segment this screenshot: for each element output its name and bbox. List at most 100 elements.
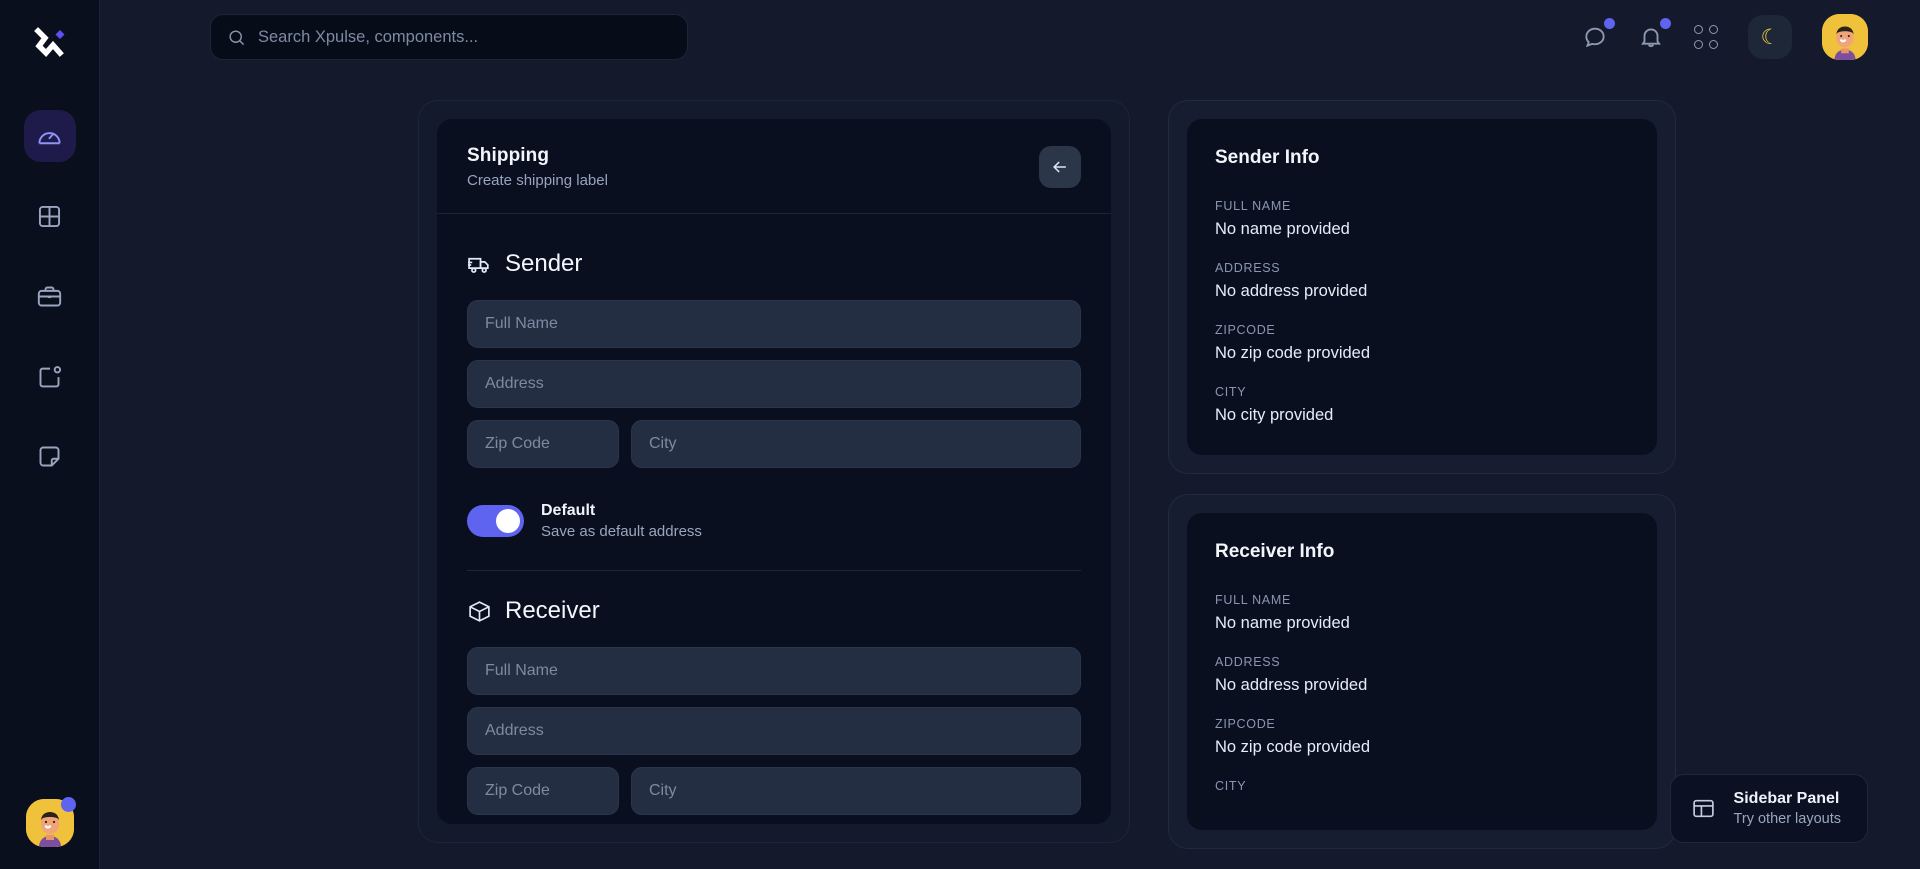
shipping-header-text: Shipping Create shipping label bbox=[467, 145, 608, 189]
apps-grid-dot bbox=[1694, 25, 1703, 34]
info-row: FULL NAME No name provided bbox=[1215, 199, 1629, 239]
apps-grid-dot bbox=[1694, 40, 1703, 49]
sender-info-shell: Sender Info FULL NAME No name provided A… bbox=[1168, 100, 1676, 474]
info-label: FULL NAME bbox=[1215, 199, 1629, 213]
topbar-actions: ☾ bbox=[1582, 14, 1868, 60]
status-dot bbox=[61, 797, 76, 812]
apps-grid-dot bbox=[1709, 25, 1718, 34]
shipping-card-body: Sender Defau bbox=[437, 214, 1111, 824]
sidebar-layout-icon bbox=[1691, 796, 1716, 821]
info-value: No name provided bbox=[1215, 614, 1629, 633]
notifications-badge bbox=[1660, 18, 1671, 29]
moon-icon: ☾ bbox=[1761, 27, 1780, 48]
receiver-city-input[interactable] bbox=[631, 767, 1081, 815]
sidebar-item-notifications[interactable] bbox=[24, 350, 76, 402]
default-address-toggle[interactable] bbox=[467, 505, 524, 537]
info-column: Sender Info FULL NAME No name provided A… bbox=[1168, 100, 1676, 869]
sidebar-item-dashboard[interactable] bbox=[24, 110, 76, 162]
sender-zip-city-row bbox=[467, 420, 1081, 480]
info-value: No address provided bbox=[1215, 676, 1629, 695]
messages-badge bbox=[1604, 18, 1615, 29]
info-row: ZIPCODE No zip code provided bbox=[1215, 323, 1629, 363]
chat-bubble-icon bbox=[1582, 24, 1608, 50]
sender-info-title: Sender Info bbox=[1215, 147, 1629, 169]
info-value: No name provided bbox=[1215, 220, 1629, 239]
sidebar-item-layouts[interactable] bbox=[24, 190, 76, 242]
default-address-toggle-row: Default Save as default address bbox=[467, 502, 1081, 540]
sidebar-item-briefcase[interactable] bbox=[24, 270, 76, 322]
back-button[interactable] bbox=[1039, 146, 1081, 188]
topbar: ☾ bbox=[100, 0, 1920, 74]
receiver-info-shell: Receiver Info FULL NAME No name provided… bbox=[1168, 494, 1676, 849]
truck-icon bbox=[467, 252, 492, 277]
info-row: CITY bbox=[1215, 779, 1629, 793]
sidebar bbox=[0, 0, 100, 869]
info-label: ADDRESS bbox=[1215, 655, 1629, 669]
info-label: CITY bbox=[1215, 779, 1629, 793]
info-row: FULL NAME No name provided bbox=[1215, 593, 1629, 633]
info-row: ZIPCODE No zip code provided bbox=[1215, 717, 1629, 757]
info-value: No address provided bbox=[1215, 282, 1629, 301]
user-avatar-illustration bbox=[1822, 14, 1868, 60]
sender-city-input[interactable] bbox=[631, 420, 1081, 468]
info-value: No zip code provided bbox=[1215, 344, 1629, 363]
x-logo-icon bbox=[30, 22, 70, 62]
theme-toggle-button[interactable]: ☾ bbox=[1748, 15, 1792, 59]
dashboard-gauge-icon bbox=[36, 123, 63, 150]
avatar bbox=[1822, 14, 1868, 60]
info-row: ADDRESS No address provided bbox=[1215, 261, 1629, 301]
info-row: CITY No city provided bbox=[1215, 385, 1629, 425]
info-value: No zip code provided bbox=[1215, 738, 1629, 757]
receiver-full-name-input[interactable] bbox=[467, 647, 1081, 695]
info-label: ZIPCODE bbox=[1215, 717, 1629, 731]
sticker-note-icon bbox=[36, 443, 63, 470]
info-label: CITY bbox=[1215, 385, 1629, 399]
receiver-heading: Receiver bbox=[505, 597, 600, 625]
info-row: ADDRESS No address provided bbox=[1215, 655, 1629, 695]
apps-grid-button[interactable] bbox=[1694, 25, 1718, 49]
sender-section-header: Sender bbox=[467, 250, 1081, 278]
profile-avatar-button[interactable] bbox=[1822, 14, 1868, 60]
info-value: No city provided bbox=[1215, 406, 1629, 425]
apps-grid-dot bbox=[1709, 40, 1718, 49]
toast-text: Sidebar Panel Try other layouts bbox=[1734, 790, 1841, 827]
sidebar-item-notes[interactable] bbox=[24, 430, 76, 482]
receiver-info-card: Receiver Info FULL NAME No name provided… bbox=[1187, 513, 1657, 830]
notifications-button[interactable] bbox=[1638, 24, 1664, 50]
receiver-address-input[interactable] bbox=[467, 707, 1081, 755]
info-label: ADDRESS bbox=[1215, 261, 1629, 275]
sender-heading: Sender bbox=[505, 250, 582, 278]
bell-icon bbox=[1638, 24, 1664, 50]
briefcase-icon bbox=[36, 283, 63, 310]
receiver-zip-input[interactable] bbox=[467, 767, 619, 815]
grid-layout-icon bbox=[36, 203, 63, 230]
main-area: ☾ bbox=[100, 0, 1920, 869]
sidebar-nav bbox=[24, 110, 76, 482]
shipping-form-inner: Shipping Create shipping label bbox=[437, 119, 1111, 824]
toggle-description: Save as default address bbox=[541, 523, 702, 540]
messages-button[interactable] bbox=[1582, 24, 1608, 50]
app-root: ☾ bbox=[0, 0, 1920, 869]
info-label: FULL NAME bbox=[1215, 593, 1629, 607]
sender-info-card: Sender Info FULL NAME No name provided A… bbox=[1187, 119, 1657, 455]
receiver-section-header: Receiver bbox=[467, 597, 1081, 625]
info-label: ZIPCODE bbox=[1215, 323, 1629, 337]
sender-address-input[interactable] bbox=[467, 360, 1081, 408]
sidebar-panel-toast[interactable]: Sidebar Panel Try other layouts bbox=[1670, 774, 1868, 843]
notification-square-icon bbox=[36, 363, 63, 390]
content-area: Shipping Create shipping label bbox=[100, 74, 1920, 869]
page-title: Shipping bbox=[467, 145, 608, 167]
shipping-form-card: Shipping Create shipping label bbox=[418, 100, 1130, 843]
search-bar[interactable] bbox=[210, 14, 688, 60]
toast-title: Sidebar Panel bbox=[1734, 790, 1841, 808]
toggle-knob bbox=[496, 509, 520, 533]
sender-full-name-input[interactable] bbox=[467, 300, 1081, 348]
section-divider bbox=[467, 570, 1081, 571]
search-input[interactable] bbox=[258, 28, 671, 47]
toast-subtitle: Try other layouts bbox=[1734, 811, 1841, 827]
toggle-label: Default bbox=[541, 502, 702, 520]
sidebar-profile-avatar[interactable] bbox=[26, 799, 74, 847]
app-logo[interactable] bbox=[22, 14, 78, 70]
page-subtitle: Create shipping label bbox=[467, 172, 608, 189]
sender-zip-input[interactable] bbox=[467, 420, 619, 468]
